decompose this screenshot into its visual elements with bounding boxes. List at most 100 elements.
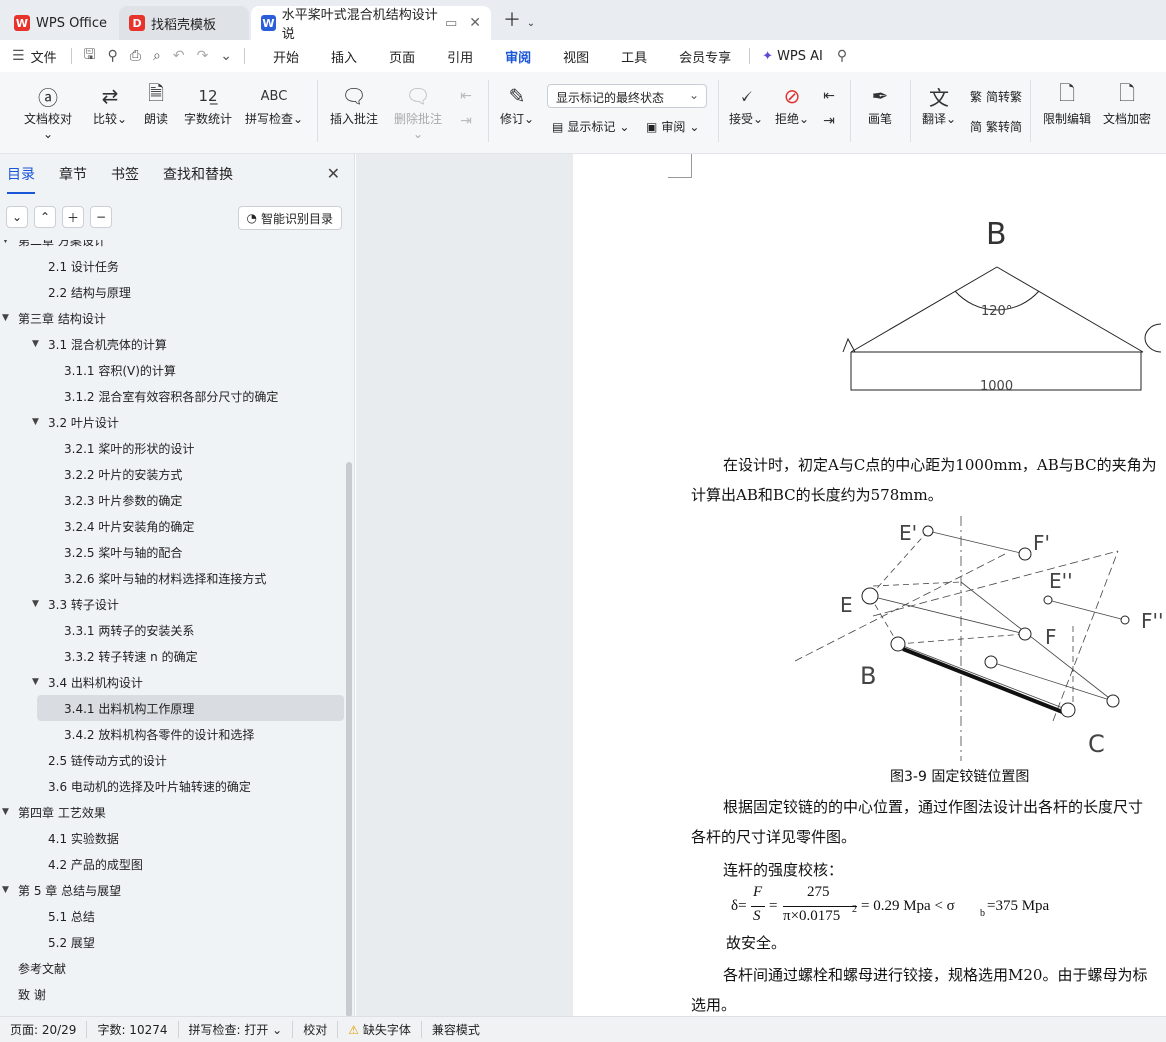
toc-item[interactable]: ▼ 3.3 转子设计	[0, 591, 345, 617]
menu-tools[interactable]: 工具	[609, 47, 659, 66]
hamburger-icon[interactable]: ☰	[6, 48, 31, 64]
prev-comment-button[interactable]: ⇤ ⇥	[455, 82, 477, 132]
collapse-up-icon[interactable]: ⌃	[34, 206, 56, 228]
panel-tab-bookmarks[interactable]: 书签	[104, 164, 146, 184]
proofread-button[interactable]: 校对	[293, 1021, 339, 1038]
link-icon[interactable]: ⚲	[102, 48, 124, 64]
show-markup-button[interactable]: ▤ 显示标记 ⌄	[552, 118, 629, 135]
expand-arrow-icon[interactable]: ▼	[2, 240, 14, 245]
toc-item[interactable]: 3.4.2 放料机构各零件的设计和选择	[0, 721, 345, 747]
restrict-edit-button[interactable]: 🗋 限制编辑	[1040, 81, 1094, 127]
toc-item[interactable]: 2.5 链传动方式的设计	[0, 747, 345, 773]
chevron-down-icon[interactable]: ⌄	[214, 48, 238, 64]
spell-check-button[interactable]: ABC 拼写检查⌄	[242, 82, 306, 127]
to-traditional-button[interactable]: 繁 简转繁	[970, 88, 1022, 105]
toc-item[interactable]: 4.1 实验数据	[0, 825, 345, 851]
menu-reference[interactable]: 引用	[435, 47, 485, 66]
missing-font-button[interactable]: ⚠ 缺失字体	[338, 1021, 422, 1038]
spell-check-status[interactable]: 拼写检查: 打开 ⌄	[179, 1021, 294, 1038]
toc-item[interactable]: ▼ 3.2 叶片设计	[0, 409, 345, 435]
menu-view[interactable]: 视图	[551, 47, 601, 66]
toc-item[interactable]: 3.6 电动机的选择及叶片轴转速的确定	[0, 773, 345, 799]
toc-item[interactable]: 4.2 产品的成型图	[0, 851, 345, 877]
expand-arrow-icon[interactable]: ▼	[2, 807, 14, 817]
to-simplified-button[interactable]: 简 繁转简	[970, 118, 1022, 135]
toc-item[interactable]: ▼ 第四章 工艺效果	[0, 799, 345, 825]
panel-tab-sections[interactable]: 章节	[52, 164, 94, 184]
markup-state-select[interactable]: 显示标记的最终状态 ⌄	[547, 84, 707, 108]
toc-item[interactable]: 3.2.5 桨叶与轴的配合	[0, 539, 345, 565]
menu-insert[interactable]: 插入	[319, 47, 369, 66]
save-icon[interactable]: 🖫	[78, 44, 102, 68]
word-count-button[interactable]: 12̲ 字数统计	[182, 82, 234, 127]
insert-comment-button[interactable]: 🗨 插入批注	[328, 82, 380, 127]
menu-review[interactable]: 审阅	[493, 47, 543, 74]
close-panel-icon[interactable]: ✕	[327, 164, 340, 183]
toc-item[interactable]: 5.1 总结	[0, 903, 345, 929]
expand-arrow-icon[interactable]: ▼	[2, 885, 14, 895]
toc-item[interactable]: 3.2.1 桨叶的形状的设计	[0, 435, 345, 461]
expand-arrow-icon[interactable]: ▼	[32, 677, 44, 687]
word-count-indicator[interactable]: 字数: 10274	[87, 1021, 179, 1038]
doc-check-button[interactable]: ⓐ 文档校对⌄	[20, 82, 76, 142]
print-icon[interactable]: ⎙	[124, 48, 147, 64]
expand-arrow-icon[interactable]: ▼	[32, 417, 44, 427]
expand-arrow-icon[interactable]: ▼	[2, 313, 14, 323]
accept-button[interactable]: 🗸 接受⌄	[728, 82, 764, 127]
toc-item[interactable]: 3.1.2 混合室有效容积各部分尺寸的确定	[0, 383, 345, 409]
toc-item[interactable]: ▼ 第 5 章 总结与展望	[0, 877, 345, 903]
review-pane-button[interactable]: ▣ 审阅 ⌄	[646, 118, 699, 135]
pen-button[interactable]: ✒ 画笔	[864, 82, 896, 127]
toc-item[interactable]: 3.3.1 两转子的安装关系	[0, 617, 345, 643]
doc-encrypt-button[interactable]: 🗋 文档加密	[1100, 81, 1154, 127]
smart-toc-button[interactable]: ◔ 智能识别目录	[237, 206, 342, 230]
paragraph-2-line-1: 根据固定铰链的的中心位置，通过作图法设计出各杆的长度尺寸	[723, 798, 1144, 816]
toc-item[interactable]: 3.2.3 叶片参数的确定	[0, 487, 345, 513]
tab-document[interactable]: W 水平桨叶式混合机结构设计 说 ▭ ✕	[251, 6, 492, 42]
print-preview-icon[interactable]: ⌕	[147, 48, 167, 64]
toc-item[interactable]: 3.2.6 桨叶与轴的材料选择和连接方式	[0, 565, 345, 591]
new-tab-icon[interactable]: ＋ ⌄	[503, 6, 535, 32]
add-icon[interactable]: ＋	[62, 206, 84, 228]
panel-tab-toc[interactable]: 目录	[0, 164, 42, 194]
translate-button[interactable]: 文 翻译⌄	[920, 82, 958, 127]
tab-wps-office[interactable]: W WPS Office	[4, 6, 117, 40]
undo-icon[interactable]: ↶	[167, 48, 191, 64]
menu-home[interactable]: 开始	[261, 47, 311, 66]
toc-item[interactable]: 参考文献	[0, 955, 345, 981]
prev-change-button[interactable]: ⇤ ⇥	[818, 82, 840, 132]
menu-file[interactable]: 文件	[31, 47, 57, 66]
panel-tab-find-replace[interactable]: 查找和替换	[156, 164, 240, 184]
menu-member[interactable]: 会员专享	[667, 47, 743, 66]
expand-arrow-icon[interactable]: ▼	[32, 339, 44, 349]
delete-comment-button[interactable]: 🗨 删除批注⌄	[390, 82, 446, 141]
wps-ai-button[interactable]: WPS AI	[777, 49, 823, 64]
revise-button[interactable]: ✎ 修订⌄	[498, 82, 536, 127]
expand-arrow-icon[interactable]: ▼	[32, 599, 44, 609]
redo-icon[interactable]: ↷	[191, 48, 215, 64]
menu-page[interactable]: 页面	[377, 47, 427, 66]
toc-item[interactable]: ▼ 第三章 结构设计	[0, 305, 345, 331]
toc-item[interactable]: ▼ 第二章 方案设计	[0, 240, 345, 253]
toc-item[interactable]: 3.3.2 转子转速 n 的确定	[0, 643, 345, 669]
tab-docer[interactable]: D 找稻壳模板	[119, 6, 250, 40]
expand-down-icon[interactable]: ⌄	[6, 206, 28, 228]
toc-item[interactable]: ▼ 3.4 出料机构设计	[0, 669, 345, 695]
read-aloud-button[interactable]: 🗎 朗读	[140, 81, 172, 127]
remove-icon[interactable]: −	[90, 206, 112, 228]
page-indicator[interactable]: 页面: 20/29	[0, 1021, 88, 1038]
toc-item[interactable]: 3.2.2 叶片的安装方式	[0, 461, 345, 487]
toc-item[interactable]: 3.1.1 容积(V)的计算	[0, 357, 345, 383]
toc-item[interactable]: 2.2 结构与原理	[0, 279, 345, 305]
toc-item[interactable]: 3.2.4 叶片安装角的确定	[0, 513, 345, 539]
compare-button[interactable]: ⇄ 比较⌄	[90, 82, 130, 127]
toc-item[interactable]: 5.2 展望	[0, 929, 345, 955]
reject-button[interactable]: ⊘ 拒绝⌄	[774, 82, 810, 127]
toc-item[interactable]: 致 谢	[0, 981, 345, 1007]
search-icon[interactable]: ⚲	[831, 48, 853, 64]
toc-item[interactable]: 3.4.1 出料机构工作原理	[37, 695, 344, 721]
close-icon[interactable]: ✕	[469, 15, 481, 31]
toc-item[interactable]: 2.1 设计任务	[0, 253, 345, 279]
toc-item[interactable]: ▼ 3.1 混合机壳体的计算	[0, 331, 345, 357]
toc-scrollbar[interactable]	[346, 462, 352, 1017]
